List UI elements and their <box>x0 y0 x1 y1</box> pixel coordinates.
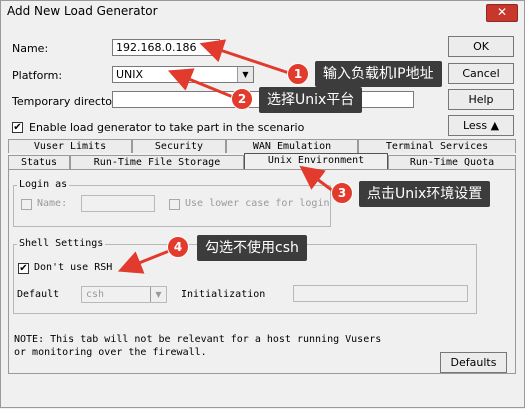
arrow-3 <box>299 165 334 193</box>
annotation-badge-2: 2 <box>231 88 253 110</box>
annotation-badge-4: 4 <box>167 236 189 258</box>
annotation-callout-4: 勾选不使用csh <box>197 235 307 261</box>
arrow-4 <box>117 249 170 274</box>
annotation-callout-3: 点击Unix环境设置 <box>359 181 491 207</box>
annotation-callout-2: 选择Unix平台 <box>259 87 363 113</box>
annotation-badge-1: 1 <box>287 63 309 85</box>
arrow-2 <box>167 68 234 99</box>
dialog-window: Add New Load Generator ✕ Name: 192.168.0… <box>0 0 525 408</box>
annotation-callout-1: 输入负载机IP地址 <box>315 61 442 87</box>
arrow-1 <box>199 39 290 75</box>
annotation-badge-3: 3 <box>331 182 353 204</box>
